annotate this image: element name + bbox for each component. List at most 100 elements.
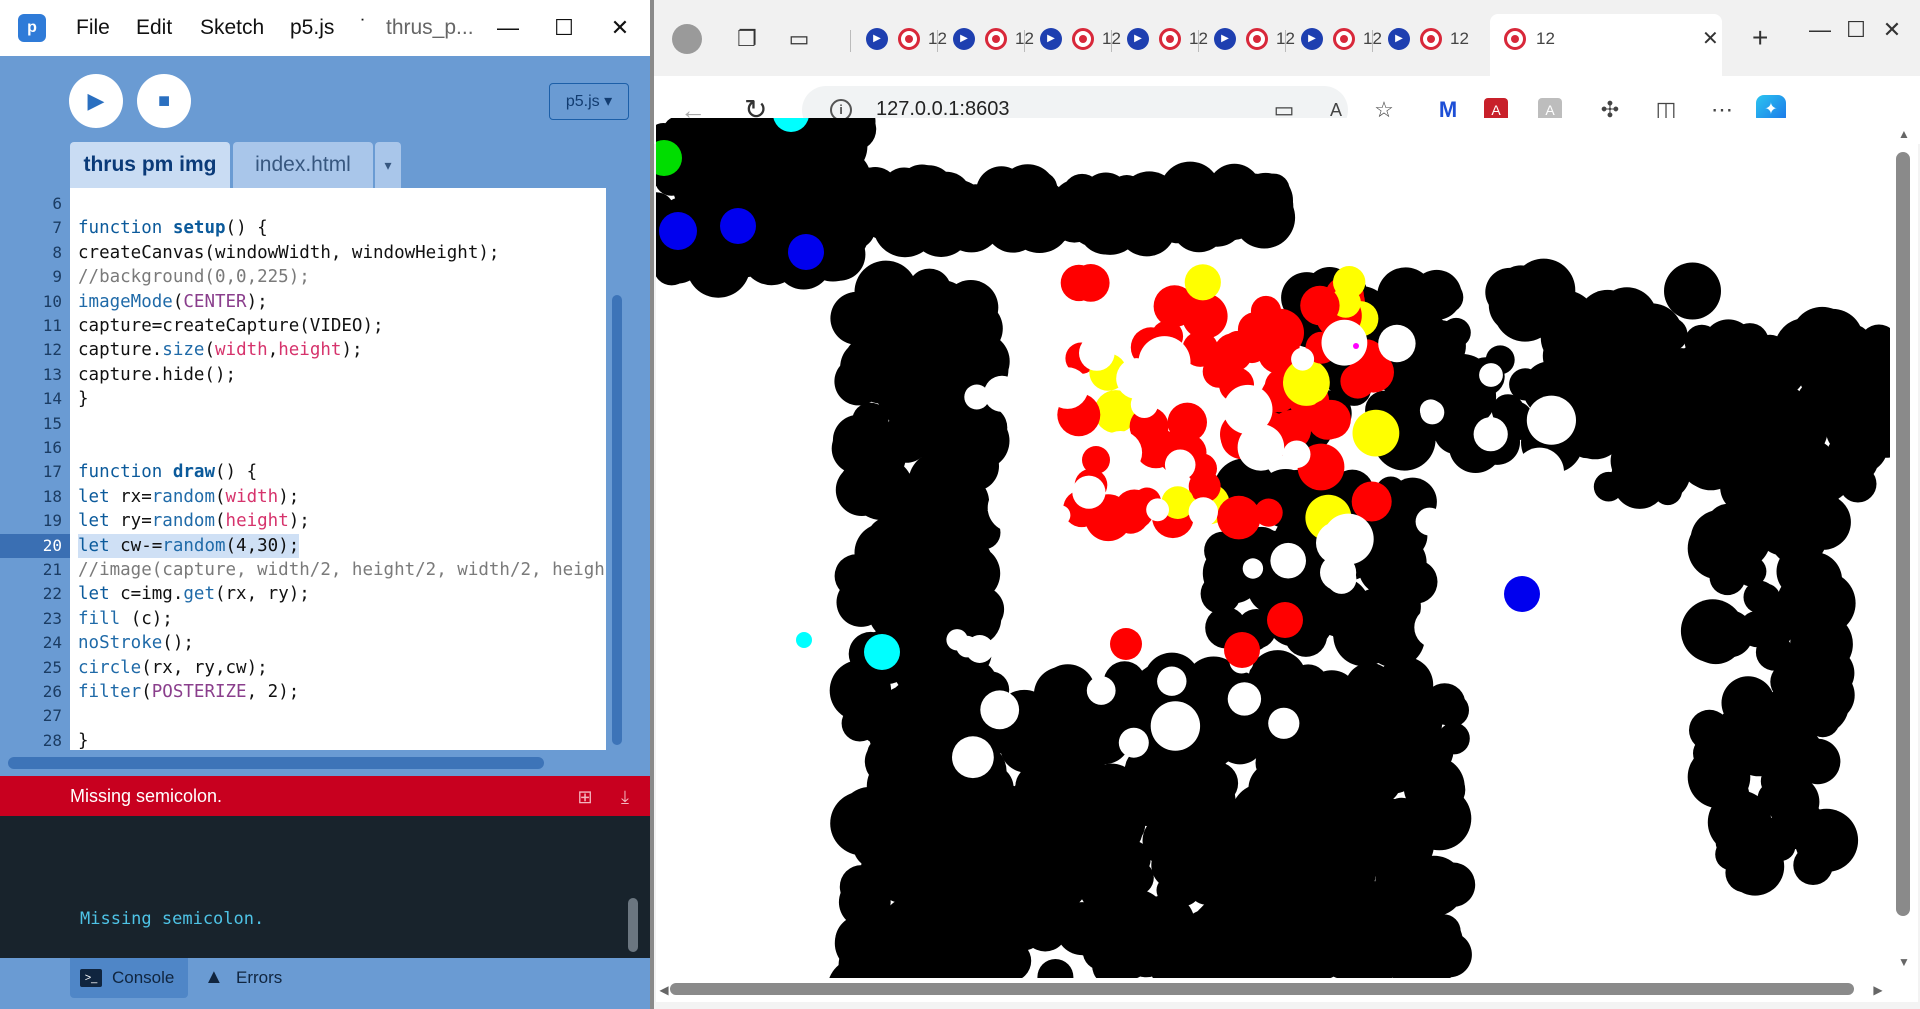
console-scrollbar[interactable] [628,898,638,952]
browser-tabstrip: ❐ ▭ 12 ✕ + — ☐ ✕ ▶12▶12▶12▶12▶12▶12▶12 [654,0,1920,76]
editor-horizontal-scrollbar[interactable] [8,757,544,769]
play-button[interactable]: ▶ [69,74,123,128]
sketch-circle [1094,804,1138,848]
sketch-circle [1340,745,1403,808]
profile-avatar[interactable] [672,24,702,54]
sketch-circle [1664,262,1721,320]
tab-title: 12 [1450,29,1469,48]
tab-separator [850,30,851,52]
stop-button[interactable]: ■ [137,74,191,128]
tab-actions-icon[interactable]: ▭ [784,24,814,54]
sketch-circle [1469,728,1510,769]
library-select[interactable]: p5.js ▾ [549,83,629,120]
code-editor[interactable]: 6 7 function setup() {8 createCanvas(window… [0,188,606,753]
line-number: 10 [42,291,62,311]
menu-file[interactable]: File [76,0,110,56]
tab-separator [1372,30,1373,52]
code-line[interactable]: circle(rx, ry,cw); [78,656,268,680]
sketch-circle [720,208,756,244]
sketch-circle [1206,172,1253,218]
code-line[interactable]: let rx=random(width); [78,485,299,509]
sketch-circle [796,632,812,648]
code-line[interactable]: //background(0,0,225); [78,265,310,289]
scroll-down-icon[interactable]: ▼ [1894,952,1914,972]
browser-tab[interactable]: ▶12 [941,22,1041,56]
code-line[interactable]: } [78,387,89,411]
browser-tab[interactable]: ▶12 [1115,22,1215,56]
browser-tab-active[interactable]: 12 [1490,14,1722,76]
close-button[interactable]: ✕ [592,0,648,56]
code-line[interactable]: function setup() { [78,216,268,240]
recording-icon [1246,28,1268,50]
browser-maximize-button[interactable]: ☐ [1836,10,1876,50]
code-line[interactable]: } [78,729,89,753]
page-horizontal-scrollbar[interactable] [670,983,1854,995]
play-favicon-icon: ▶ [1040,28,1062,50]
recording-icon [1420,28,1442,50]
browser-close-button[interactable]: ✕ [1872,10,1912,50]
code-line[interactable]: //image(capture, width/2, height/2, widt… [78,558,605,582]
expand-console-icon[interactable]: ⊞ [574,786,596,808]
code-line[interactable]: capture.size(width,height); [78,338,363,362]
browser-tab[interactable]: ▶12 [1202,22,1302,56]
browser-tab[interactable]: ▶12 [1376,22,1476,56]
tab-more-dropdown[interactable]: ▾ [375,142,401,188]
code-line[interactable]: noStroke(); [78,631,194,655]
sketch-circle [1002,191,1058,247]
menu-edit[interactable]: Edit [136,0,172,56]
code-line[interactable]: let cw-=random(4,30); [78,533,300,558]
sketch-circle [1364,607,1425,668]
tab-close-icon[interactable]: ✕ [1702,26,1719,51]
new-tab-button[interactable]: + [1752,22,1768,54]
line-number: 22 [42,584,62,604]
browser-minimize-button[interactable]: — [1800,10,1840,50]
scroll-right-icon[interactable]: ▶ [1868,980,1888,1000]
menu-p5js[interactable]: p5.js [290,0,334,56]
editor-vertical-scrollbar[interactable] [612,295,622,745]
line-number: 19 [42,511,62,531]
tab-index-html[interactable]: index.html [233,142,373,188]
code-line[interactable]: filter(POSTERIZE, 2); [78,680,299,704]
sketch-circle [1188,497,1218,527]
sketch-circle [863,267,921,326]
code-line[interactable]: imageMode(CENTER); [78,290,268,314]
sketch-circle [993,651,1015,673]
maximize-button[interactable]: ☐ [536,0,592,56]
sketch-circle [1136,767,1189,820]
sketch-circle [1070,916,1111,957]
code-line[interactable]: let ry=random(height); [78,509,310,533]
code-line[interactable]: let c=img.get(rx, ry); [78,582,310,606]
line-number: 28 [42,730,62,750]
sketch-circle [1794,808,1859,873]
sketch-circle [1074,554,1098,579]
tab-separator [1198,30,1199,52]
scroll-left-icon[interactable]: ◀ [654,980,674,1000]
collapse-console-icon[interactable]: ⤓ [614,786,636,808]
sketch-circle [1415,507,1444,536]
sketch-circle [1282,440,1311,469]
sketch-circle [1227,682,1262,716]
sketch-circle [1215,715,1265,765]
code-line[interactable]: fill (c); [78,607,173,631]
browser-tab[interactable]: ▶12 [854,22,954,56]
code-line[interactable]: capture=createCapture(VIDEO); [78,314,384,338]
p5-app-icon: p [18,14,46,42]
workspaces-icon[interactable]: ❐ [732,24,762,54]
line-number: 7 [52,218,62,238]
sketch-circle [946,593,976,622]
sketch-circle [1184,264,1221,301]
menu-sketch[interactable]: Sketch [200,0,264,56]
code-line[interactable]: capture.hide(); [78,363,236,387]
browser-tab[interactable]: ▶12 [1289,22,1389,56]
sketch-circle [956,635,978,658]
sketch-circle [866,516,915,565]
page-vertical-scrollbar[interactable] [1896,152,1910,916]
page-viewport[interactable] [656,118,1890,978]
browser-tab[interactable]: ▶12 [1028,22,1128,56]
scroll-up-icon[interactable]: ▲ [1894,124,1914,144]
p5-sketch-canvas[interactable] [656,118,1890,978]
code-line[interactable]: function draw() { [78,460,257,484]
tab-sketch-file[interactable]: thrus pm img [70,142,230,188]
minimize-button[interactable]: — [480,0,536,56]
code-line[interactable]: createCanvas(windowWidth, windowHeight); [78,241,499,265]
